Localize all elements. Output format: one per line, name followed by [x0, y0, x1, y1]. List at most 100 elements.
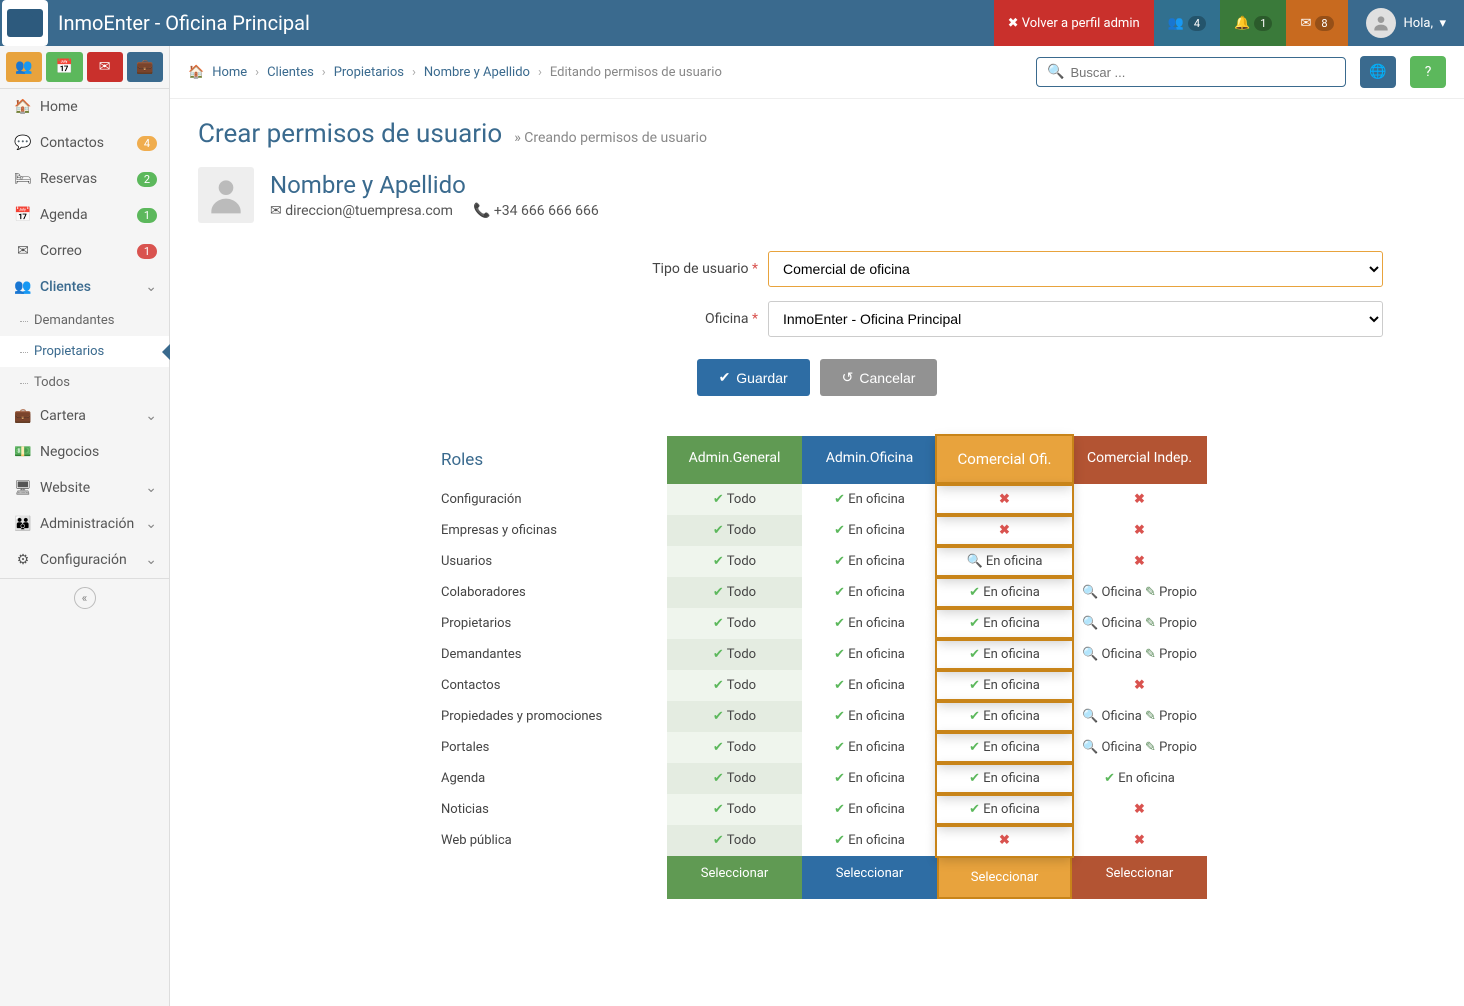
sidebar-item-home[interactable]: 🏠Home: [0, 89, 169, 125]
role-cell: ✔ Todo: [667, 825, 802, 856]
chevron-right-icon: ›: [322, 65, 326, 80]
page-subtitle: » Creando permisos de usuario: [514, 130, 707, 146]
globe-icon: 🌐: [1369, 64, 1386, 80]
role-cell: 🔍 Oficina ✎ Propio: [1072, 577, 1207, 608]
sitemap-icon: 👪: [12, 516, 34, 532]
calendar-icon: 📅: [56, 59, 73, 75]
check-icon: ✔: [834, 740, 845, 755]
sidebar-collapse[interactable]: «: [0, 578, 169, 617]
role-cell: ✔ Todo: [667, 639, 802, 670]
role-select-button[interactable]: Seleccionar: [1072, 856, 1207, 899]
role-cell: ✔ En oficina: [802, 794, 937, 825]
quick-action-mail[interactable]: ✉: [87, 52, 123, 82]
sidebar-item-agenda[interactable]: 📅Agenda1: [0, 197, 169, 233]
breadcrumb-item[interactable]: Home: [212, 65, 247, 80]
check-icon: ✔: [719, 369, 731, 386]
search-icon: 🔍: [1082, 740, 1098, 755]
role-select-button[interactable]: Seleccionar: [802, 856, 937, 899]
sidebar-item-label: Website: [40, 480, 90, 496]
sidebar-item-cartera[interactable]: 💼Cartera⌄: [0, 398, 169, 434]
edit-icon: ✎: [1145, 709, 1156, 724]
cancel-button[interactable]: ↺Cancelar: [820, 359, 938, 396]
topbar-user-menu[interactable]: Hola, ▾: [1348, 0, 1464, 46]
role-row-label: Empresas y oficinas: [427, 515, 667, 546]
oficina-select[interactable]: InmoEnter - Oficina Principal: [768, 301, 1383, 337]
check-icon: ✔: [1104, 771, 1115, 786]
role-cell: ✖: [1072, 546, 1207, 577]
role-select-button[interactable]: Seleccionar: [667, 856, 802, 899]
breadcrumb-item: Editando permisos de usuario: [550, 65, 722, 80]
question-icon: ?: [1425, 64, 1432, 80]
sidebar-item-label: Negocios: [40, 444, 99, 460]
breadcrumb-item[interactable]: Propietarios: [334, 65, 404, 80]
sidebar-item-administración[interactable]: 👪Administración⌄: [0, 506, 169, 542]
home-icon: 🏠: [188, 65, 204, 80]
phone-icon: 📞: [473, 203, 490, 219]
role-row-label: Propiedades y promociones: [427, 701, 667, 732]
check-icon: ✔: [834, 802, 845, 817]
role-select-button[interactable]: Seleccionar: [937, 856, 1072, 899]
check-icon: ✔: [834, 554, 845, 569]
search-box[interactable]: 🔍: [1036, 57, 1346, 87]
chevron-down-icon: ⌄: [145, 279, 157, 295]
role-cell: 🔍 Oficina ✎ Propio: [1072, 701, 1207, 732]
check-icon: ✔: [713, 492, 724, 507]
check-icon: ✔: [834, 833, 845, 848]
edit-icon: ✎: [1145, 647, 1156, 662]
sidebar-item-clientes[interactable]: 👥Clientes⌄: [0, 269, 169, 305]
globe-button[interactable]: 🌐: [1360, 56, 1396, 88]
quick-action-briefcase[interactable]: 💼: [127, 52, 163, 82]
sidebar-item-reservas[interactable]: 🛏Reservas2: [0, 161, 169, 197]
back-to-admin-button[interactable]: ✖ Volver a perfil admin: [994, 0, 1154, 46]
bell-icon: 🔔: [1234, 16, 1250, 31]
sidebar-item-correo[interactable]: ✉Correo1: [0, 233, 169, 269]
role-cell: ✔ En oficina: [802, 577, 937, 608]
quick-action-calendar[interactable]: 📅: [46, 52, 82, 82]
save-button[interactable]: ✔Guardar: [697, 359, 810, 396]
roles-table: RolesAdmin.GeneralAdmin.OficinaComercial…: [427, 436, 1207, 899]
sidebar-item-configuración[interactable]: ⚙Configuración⌄: [0, 542, 169, 578]
users-icon: 👥: [1168, 16, 1184, 31]
edit-icon: ✎: [1145, 740, 1156, 755]
chevron-left-icon: «: [82, 591, 88, 605]
check-icon: ✔: [834, 616, 845, 631]
role-cell: ✖: [1072, 484, 1207, 515]
x-icon: ✖: [1134, 802, 1145, 817]
breadcrumb-item[interactable]: Clientes: [267, 65, 314, 80]
sidebar-item-negocios[interactable]: 💵 Negocios: [0, 434, 169, 470]
mail-icon: ✉: [99, 59, 111, 75]
sidebar-subitem-todos[interactable]: Todos: [0, 367, 169, 398]
bed-icon: 🛏: [12, 171, 34, 187]
role-cell: ✔ Todo: [667, 701, 802, 732]
search-input[interactable]: [1070, 65, 1335, 80]
search-icon: 🔍: [1047, 64, 1064, 80]
role-cell: ✔ Todo: [667, 515, 802, 546]
breadcrumb-item[interactable]: Nombre y Apellido: [424, 65, 530, 80]
sidebar-item-website[interactable]: 🖥Website⌄: [0, 470, 169, 506]
sidebar-subitem-demandantes[interactable]: Demandantes: [0, 305, 169, 336]
topbar-mail-button[interactable]: ✉ 8: [1286, 0, 1347, 46]
role-cell: ✖: [937, 484, 1072, 515]
tipo-usuario-select[interactable]: Comercial de oficina: [768, 251, 1383, 287]
x-icon: ✖: [1134, 523, 1145, 538]
bell-count-badge: 1: [1254, 16, 1272, 31]
sidebar-subitem-propietarios[interactable]: Propietarios: [0, 336, 169, 367]
check-icon: ✔: [713, 647, 724, 662]
x-icon: ✖: [999, 833, 1010, 848]
role-cell: ✖: [937, 515, 1072, 546]
money-icon: 💵: [12, 444, 34, 460]
check-icon: ✔: [969, 616, 980, 631]
role-row-label: Noticias: [427, 794, 667, 825]
x-icon: ✖: [1134, 554, 1145, 569]
role-cell: ✔ Todo: [667, 732, 802, 763]
sidebar-item-contactos[interactable]: 💬Contactos4: [0, 125, 169, 161]
app-logo[interactable]: [2, 0, 48, 46]
check-icon: ✔: [713, 554, 724, 569]
users-icon: 👥: [12, 279, 34, 295]
topbar-notifications-button[interactable]: 🔔 1: [1220, 0, 1286, 46]
quick-action-users[interactable]: 👥: [6, 52, 42, 82]
x-icon: ✖: [1134, 492, 1145, 507]
topbar-users-button[interactable]: 👥 4: [1154, 0, 1220, 46]
role-cell: ✔ En oficina: [937, 763, 1072, 794]
help-button[interactable]: ?: [1410, 56, 1446, 88]
